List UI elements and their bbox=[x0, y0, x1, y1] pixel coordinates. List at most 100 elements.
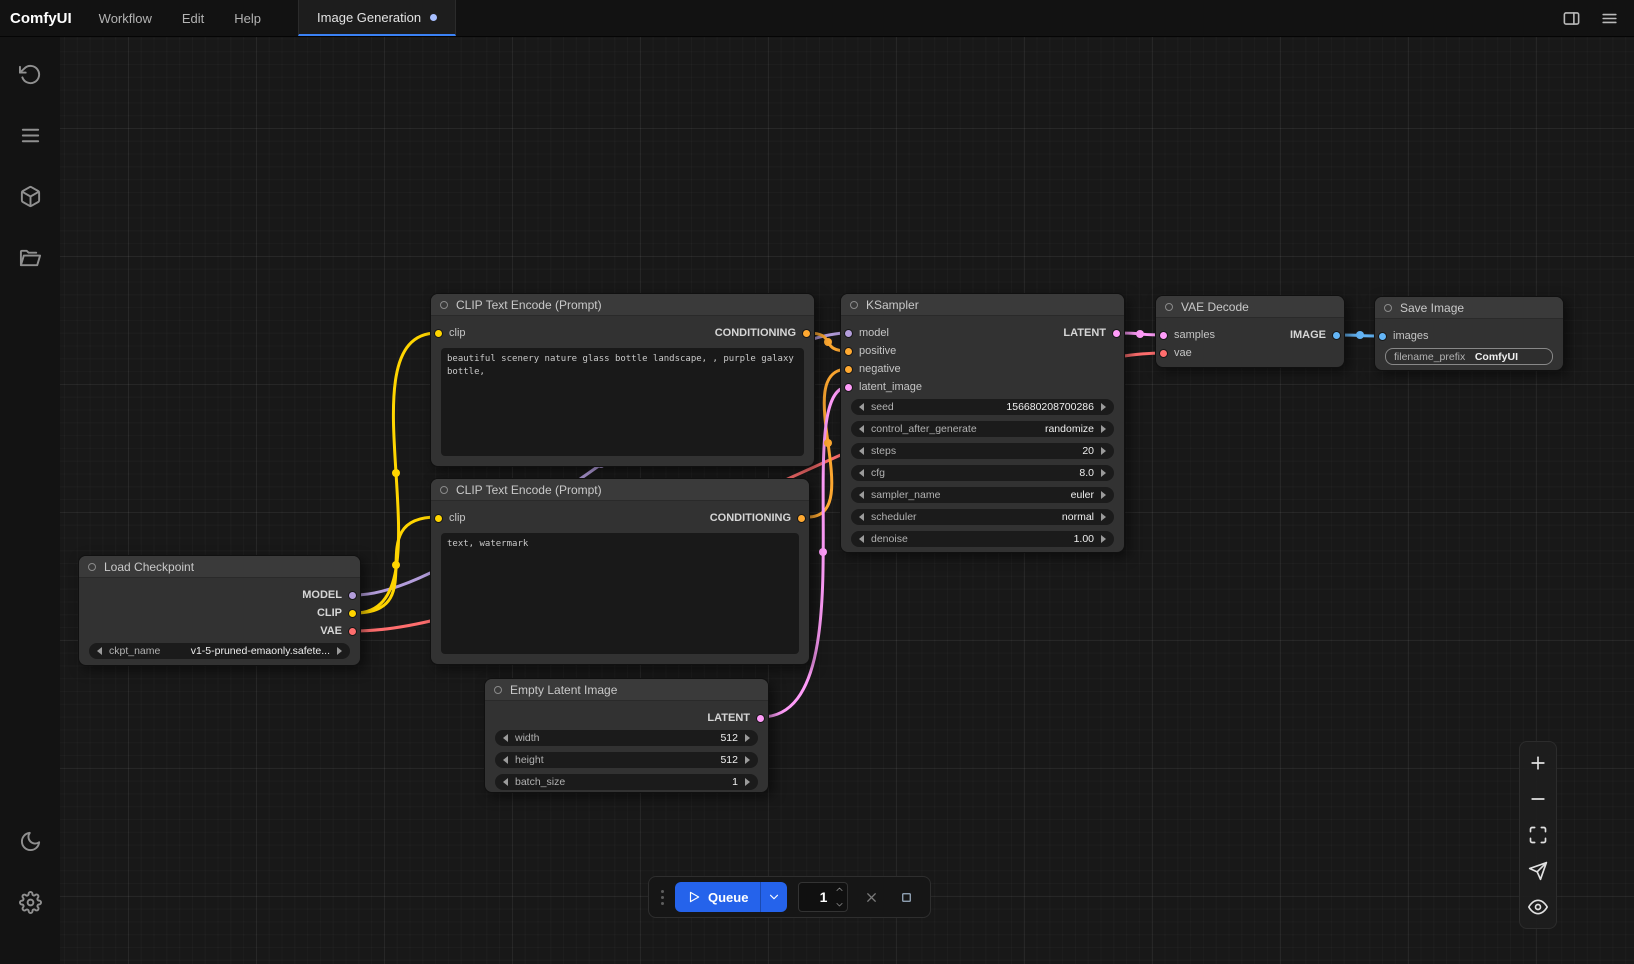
node-ksampler[interactable]: KSampler model LATENT positive bbox=[840, 293, 1125, 553]
tab-image-generation[interactable]: Image Generation bbox=[298, 0, 456, 36]
slot-dot-image[interactable] bbox=[1378, 332, 1387, 341]
widget-width[interactable]: width 512 bbox=[495, 730, 758, 746]
input-slot-images[interactable]: images bbox=[1378, 330, 1428, 342]
node-header[interactable]: KSampler bbox=[841, 294, 1124, 316]
select-mode-button[interactable] bbox=[1527, 860, 1549, 882]
increment-icon[interactable] bbox=[1101, 447, 1106, 455]
menu-workflow[interactable]: Workflow bbox=[84, 0, 167, 36]
toggle-visibility-button[interactable] bbox=[1527, 896, 1549, 918]
increment-icon[interactable] bbox=[1101, 469, 1106, 477]
slot-dot-image[interactable] bbox=[1332, 331, 1341, 340]
node-header[interactable]: CLIP Text Encode (Prompt) bbox=[431, 479, 809, 501]
spin-down-icon[interactable] bbox=[835, 900, 844, 909]
increment-icon[interactable] bbox=[1101, 403, 1106, 411]
slot-dot-model[interactable] bbox=[844, 329, 853, 338]
node-save-image[interactable]: Save Image images filename_prefix ComfyU… bbox=[1374, 296, 1564, 371]
collapse-toggle-dot[interactable] bbox=[850, 301, 858, 309]
link-midpoint-dot[interactable] bbox=[1356, 331, 1364, 339]
next-option-icon[interactable] bbox=[1101, 491, 1106, 499]
slot-dot-latent[interactable] bbox=[1112, 329, 1121, 338]
spin-up-icon[interactable] bbox=[835, 885, 844, 894]
slot-dot-conditioning[interactable] bbox=[802, 329, 811, 338]
decrement-icon[interactable] bbox=[503, 734, 508, 742]
input-slot-vae[interactable]: vae bbox=[1159, 347, 1192, 359]
slot-dot-latent[interactable] bbox=[756, 714, 765, 723]
input-slot-samples[interactable]: samples bbox=[1159, 329, 1215, 341]
node-vae-decode[interactable]: VAE Decode samples IMAGE vae bbox=[1155, 295, 1345, 368]
queue-list-icon[interactable] bbox=[12, 117, 48, 153]
slot-dot-vae[interactable] bbox=[1159, 349, 1168, 358]
prev-option-icon[interactable] bbox=[859, 425, 864, 433]
slot-dot-vae[interactable] bbox=[348, 627, 357, 636]
output-slot-conditioning[interactable]: CONDITIONING bbox=[715, 327, 811, 339]
collapse-toggle-dot[interactable] bbox=[494, 686, 502, 694]
input-slot-clip[interactable]: clip bbox=[434, 327, 466, 339]
queue-button[interactable]: Queue bbox=[675, 882, 787, 912]
model-library-icon[interactable] bbox=[12, 178, 48, 214]
decrement-icon[interactable] bbox=[859, 403, 864, 411]
hamburger-menu-icon[interactable] bbox=[1594, 4, 1624, 32]
link-midpoint-dot[interactable] bbox=[392, 561, 400, 569]
link-midpoint-dot[interactable] bbox=[392, 469, 400, 477]
next-option-icon[interactable] bbox=[1101, 513, 1106, 521]
node-clip-text-encode-negative[interactable]: CLIP Text Encode (Prompt) clip CONDITION… bbox=[430, 478, 810, 665]
negative-prompt-textarea[interactable]: text, watermark bbox=[441, 533, 799, 654]
input-slot-latent-image[interactable]: latent_image bbox=[844, 381, 922, 393]
zoom-in-button[interactable] bbox=[1527, 752, 1549, 774]
input-slot-positive[interactable]: positive bbox=[844, 345, 896, 357]
widget-control-after-generate[interactable]: control_after_generate randomize bbox=[851, 421, 1114, 437]
output-slot-image[interactable]: IMAGE bbox=[1290, 329, 1341, 341]
slot-dot-conditioning[interactable] bbox=[797, 514, 806, 523]
output-slot-latent[interactable]: LATENT bbox=[707, 712, 765, 724]
slot-dot-conditioning[interactable] bbox=[844, 347, 853, 356]
next-option-icon[interactable] bbox=[1101, 425, 1106, 433]
link-midpoint-dot[interactable] bbox=[819, 548, 827, 556]
workflows-folder-icon[interactable] bbox=[12, 239, 48, 275]
collapse-toggle-dot[interactable] bbox=[440, 301, 448, 309]
queue-options-chevron[interactable] bbox=[761, 882, 787, 912]
node-header[interactable]: VAE Decode bbox=[1156, 296, 1344, 318]
node-header[interactable]: CLIP Text Encode (Prompt) bbox=[431, 294, 814, 316]
zoom-out-button[interactable] bbox=[1527, 788, 1549, 810]
output-slot-vae[interactable]: VAE bbox=[320, 625, 357, 637]
slot-dot-model[interactable] bbox=[348, 591, 357, 600]
decrement-icon[interactable] bbox=[503, 756, 508, 764]
widget-cfg[interactable]: cfg 8.0 bbox=[851, 465, 1114, 481]
decrement-icon[interactable] bbox=[503, 778, 508, 786]
collapse-toggle-dot[interactable] bbox=[440, 486, 448, 494]
widget-scheduler[interactable]: scheduler normal bbox=[851, 509, 1114, 525]
increment-icon[interactable] bbox=[745, 756, 750, 764]
increment-icon[interactable] bbox=[745, 778, 750, 786]
widget-sampler-name[interactable]: sampler_name euler bbox=[851, 487, 1114, 503]
slot-dot-latent[interactable] bbox=[844, 383, 853, 392]
node-header[interactable]: Save Image bbox=[1375, 297, 1563, 319]
fit-view-button[interactable] bbox=[1527, 824, 1549, 846]
output-slot-conditioning[interactable]: CONDITIONING bbox=[710, 512, 806, 524]
prev-option-icon[interactable] bbox=[859, 513, 864, 521]
positive-prompt-textarea[interactable]: beautiful scenery nature glass bottle la… bbox=[441, 348, 804, 456]
cancel-run-button[interactable] bbox=[859, 885, 883, 909]
slot-dot-clip[interactable] bbox=[434, 329, 443, 338]
node-header[interactable]: Empty Latent Image bbox=[485, 679, 768, 701]
input-slot-negative[interactable]: negative bbox=[844, 363, 901, 375]
link-midpoint-dot[interactable] bbox=[1136, 330, 1144, 338]
widget-seed[interactable]: seed 156680208700286 bbox=[851, 399, 1114, 415]
settings-gear-icon[interactable] bbox=[12, 884, 48, 920]
increment-icon[interactable] bbox=[745, 734, 750, 742]
prev-option-icon[interactable] bbox=[97, 647, 102, 655]
app-logo[interactable]: ComfyUI bbox=[0, 0, 84, 36]
increment-icon[interactable] bbox=[1101, 535, 1106, 543]
collapse-toggle-dot[interactable] bbox=[1384, 304, 1392, 312]
widget-filename-prefix[interactable]: filename_prefix ComfyUI bbox=[1385, 348, 1553, 365]
link-midpoint-dot[interactable] bbox=[824, 439, 832, 447]
slot-dot-clip[interactable] bbox=[348, 609, 357, 618]
stop-run-button[interactable] bbox=[894, 885, 918, 909]
decrement-icon[interactable] bbox=[859, 447, 864, 455]
theme-moon-icon[interactable] bbox=[12, 823, 48, 859]
collapse-toggle-dot[interactable] bbox=[88, 563, 96, 571]
widget-denoise[interactable]: denoise 1.00 bbox=[851, 531, 1114, 547]
output-slot-clip[interactable]: CLIP bbox=[317, 607, 357, 619]
collapse-toggle-dot[interactable] bbox=[1165, 303, 1173, 311]
widget-height[interactable]: height 512 bbox=[495, 752, 758, 768]
output-slot-model[interactable]: MODEL bbox=[302, 589, 357, 601]
